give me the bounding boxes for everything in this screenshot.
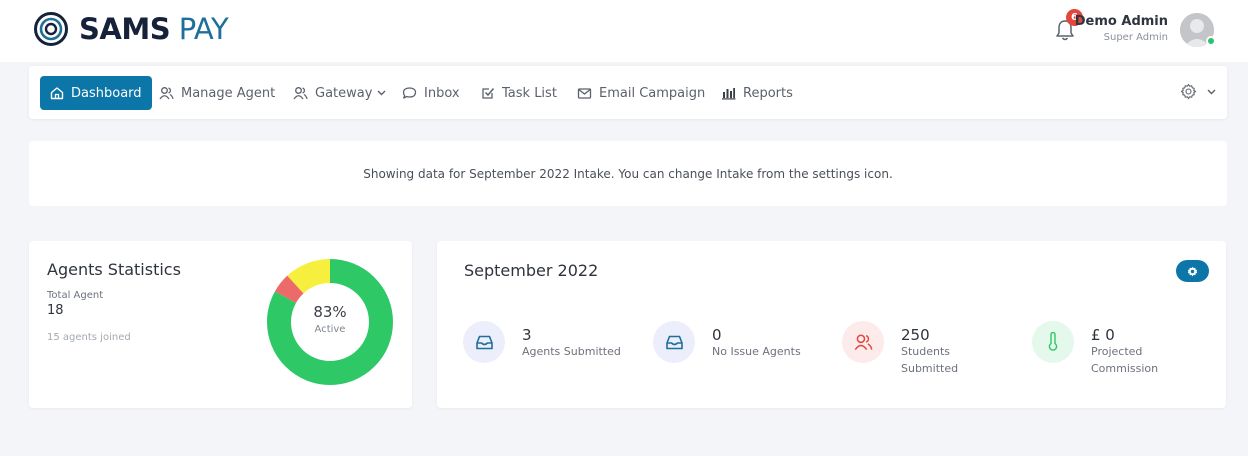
nav-dashboard[interactable]: Dashboard [40,76,152,110]
home-icon [50,87,64,100]
chevron-down-icon [377,90,386,96]
online-status-dot [1206,36,1216,46]
intake-notice: Showing data for September 2022 Intake. … [29,141,1227,206]
nav-inbox-label: Inbox [424,85,460,101]
total-agent-value: 18 [47,303,64,318]
user-role: Super Admin [1103,32,1168,43]
main-nav: Dashboard Manage Agent Gateway Inbox Tas… [29,66,1227,119]
agents-joined-text: 15 agents joined [47,332,131,343]
agents-submitted-label: Agents Submitted [522,345,621,358]
gear-icon [1187,266,1198,276]
total-agent-label: Total Agent [47,290,104,301]
projected-commission-value: £ 0 [1091,326,1115,344]
users-icon [159,87,174,100]
chevron-down-icon [1207,89,1216,94]
intake-summary-title: September 2022 [464,261,599,280]
inbox-tray-icon [475,335,493,349]
no-issue-agents-label: No Issue Agents [712,345,801,358]
projected-commission-icon-wrap [1032,321,1074,363]
intake-settings-button[interactable] [1176,260,1209,282]
bar-chart-icon [722,87,736,99]
inbox-tray-icon [665,335,683,349]
nav-email-campaign[interactable]: Email Campaign [577,76,705,110]
checkbox-icon [482,88,495,99]
nav-settings-dropdown[interactable] [1180,83,1216,100]
nav-reports[interactable]: Reports [721,76,793,110]
nav-gateway-label: Gateway [315,85,373,101]
users-icon [854,334,872,351]
brand-name: SAMS PAY [79,11,229,47]
nav-task-list-label: Task List [502,85,557,101]
gear-icon [1180,83,1197,100]
nav-manage-agent-label: Manage Agent [181,85,276,101]
intake-notice-text: Showing data for September 2022 Intake. … [363,166,893,181]
brand-name-light: PAY [178,12,229,46]
intake-summary-card: September 2022 3 Agents Submitted 0 No I… [437,241,1226,408]
students-submitted-label-line1: Students [901,345,951,358]
active-agents-donut-chart [267,259,393,385]
students-submitted-label-line2: Submitted [901,362,959,375]
projected-commission-label-line2: Commission [1091,362,1159,375]
users-icon [293,87,308,100]
donut-percent: 83% [313,303,347,321]
logo-rings-icon [34,12,68,46]
nav-task-list[interactable]: Task List [481,76,557,110]
scrollbar-track[interactable] [1248,62,1254,456]
projected-commission-label-line1: Projected [1091,345,1143,358]
envelope-icon [577,87,592,99]
nav-gateway[interactable]: Gateway [293,76,386,110]
nav-reports-label: Reports [743,85,793,101]
students-submitted-value: 250 [901,326,930,344]
thermometer-icon [1048,332,1058,351]
nav-manage-agent[interactable]: Manage Agent [159,76,275,110]
students-submitted-icon-wrap [842,321,884,363]
nav-email-campaign-label: Email Campaign [599,85,706,101]
agents-statistics-title: Agents Statistics [47,260,181,279]
donut-label: Active [314,324,346,335]
nav-inbox[interactable]: Inbox [402,76,460,110]
agents-statistics-card: Agents Statistics Total Agent 18 15 agen… [29,241,412,408]
no-issue-agents-icon-wrap [653,321,695,363]
agents-submitted-icon-wrap [463,321,505,363]
nav-dashboard-label: Dashboard [71,85,142,101]
no-issue-agents-value: 0 [712,326,722,344]
brand-logo[interactable]: SAMS PAY [33,11,229,47]
user-name[interactable]: Demo Admin [1075,14,1168,29]
agents-submitted-value: 3 [522,326,532,344]
brand-name-bold: SAMS [79,12,171,46]
chat-bubble-icon [402,87,417,99]
